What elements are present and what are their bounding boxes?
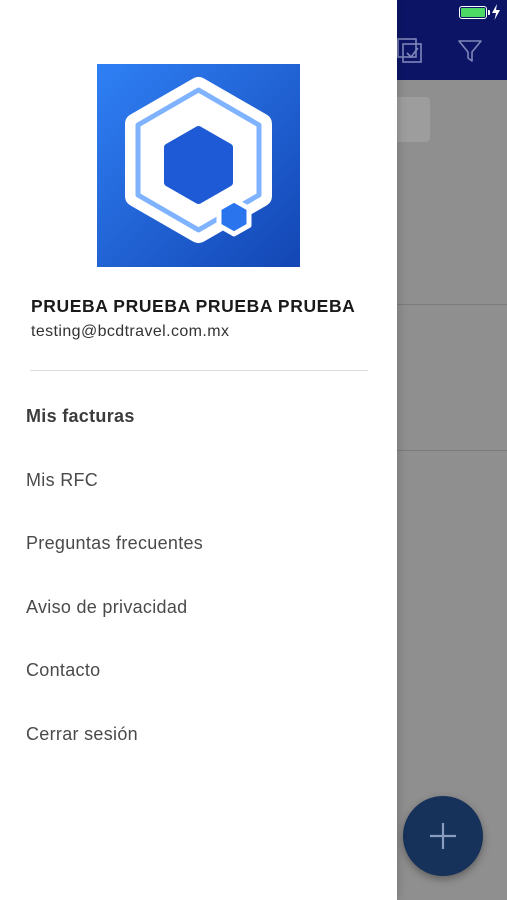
- select-all-icon[interactable]: [397, 38, 423, 64]
- menu-item-contacto[interactable]: Contacto: [0, 639, 397, 703]
- menu-item-aviso-de-privacidad[interactable]: Aviso de privacidad: [0, 576, 397, 640]
- user-name: PRUEBA PRUEBA PRUEBA PRUEBA: [31, 296, 356, 316]
- status-bar: [387, 0, 507, 26]
- menu-item-mis-facturas[interactable]: Mis facturas: [0, 385, 397, 449]
- plus-icon: [430, 823, 456, 849]
- app-logo: [97, 64, 300, 267]
- battery-icon: [459, 6, 490, 19]
- list-divider: [397, 304, 507, 305]
- menu-item-cerrar-sesion[interactable]: Cerrar sesión: [0, 703, 397, 767]
- add-button[interactable]: [403, 796, 483, 876]
- user-email: testing@bcdtravel.com.mx: [31, 323, 230, 340]
- menu-item-preguntas-frecuentes[interactable]: Preguntas frecuentes: [0, 512, 397, 576]
- drawer-menu: Mis facturas Mis RFC Preguntas frecuente…: [0, 385, 397, 766]
- charging-bolt-icon: [492, 4, 500, 20]
- filter-icon[interactable]: [457, 38, 483, 64]
- list-divider: [397, 450, 507, 451]
- divider: [30, 370, 368, 371]
- menu-item-mis-rfc[interactable]: Mis RFC: [0, 449, 397, 513]
- navigation-drawer: PRUEBA PRUEBA PRUEBA PRUEBA testing@bcdt…: [0, 0, 397, 900]
